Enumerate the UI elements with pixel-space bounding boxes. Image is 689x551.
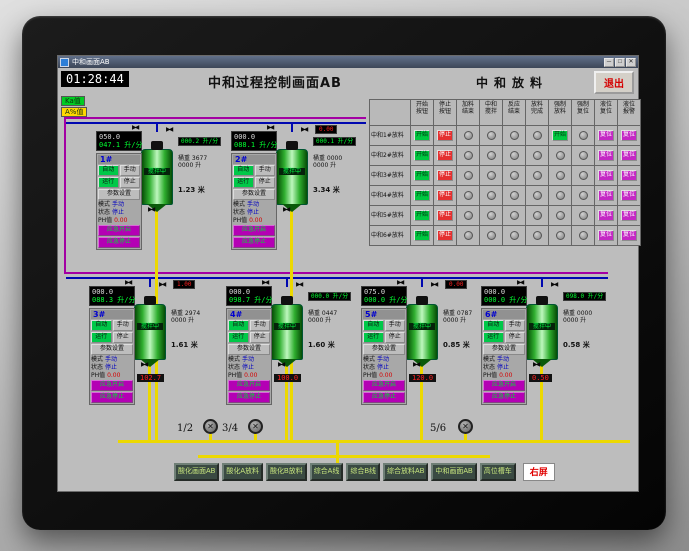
nav-button[interactable]: 综合A线 [309, 463, 344, 481]
close-button[interactable]: ✕ [626, 57, 636, 67]
hmi-canvas: 01:28:44 中和过程控制画面AB 中和放料 退出 Ka值 A%值 开始按钮… [58, 68, 641, 491]
maximize-button[interactable]: □ [615, 57, 625, 67]
window-title: 中和画面AB [72, 57, 110, 66]
nav-button[interactable]: 酸化B放料 [266, 463, 307, 481]
nav-button[interactable]: 酸化A放料 [222, 463, 264, 481]
minimize-button[interactable]: ─ [604, 57, 614, 67]
window-titlebar: 中和画面AB ─ □ ✕ [58, 56, 638, 68]
nav-button[interactable]: 综合放料AB [383, 463, 429, 481]
pumps-layer: ✕ 1/2 ✕ 3/4 ✕ 5/6 [58, 68, 638, 491]
tablet-bezel: 中和画面AB ─ □ ✕ 01:28:44 中和过程控制画面AB 中和放料 退出… [22, 16, 666, 530]
nav-button[interactable]: 高位槽车 [479, 463, 516, 481]
screen: 中和画面AB ─ □ ✕ 01:28:44 中和过程控制画面AB 中和放料 退出… [57, 55, 641, 492]
pump-label: 5/6 [430, 423, 447, 434]
pump-label: 3/4 [222, 423, 239, 434]
pump-icon[interactable]: ✕ [203, 419, 218, 434]
pump-icon[interactable]: ✕ [248, 419, 263, 434]
bottom-nav: 酸化画面AB 酸化A放料 酸化B放料 综合A线 综合B线 综合放料AB 中和画面… [174, 463, 555, 481]
pump-icon[interactable]: ✕ [458, 419, 473, 434]
nav-button[interactable]: 中和画面AB [431, 463, 477, 481]
window-icon [60, 57, 69, 67]
right-screen-button[interactable]: 右屏 [522, 463, 555, 481]
pump-label: 1/2 [177, 423, 194, 434]
nav-button[interactable]: 酸化画面AB [174, 463, 220, 481]
nav-button[interactable]: 综合B线 [346, 463, 381, 481]
window-controls: ─ □ ✕ [604, 57, 636, 67]
photo-background: 中和画面AB ─ □ ✕ 01:28:44 中和过程控制画面AB 中和放料 退出… [0, 0, 689, 551]
